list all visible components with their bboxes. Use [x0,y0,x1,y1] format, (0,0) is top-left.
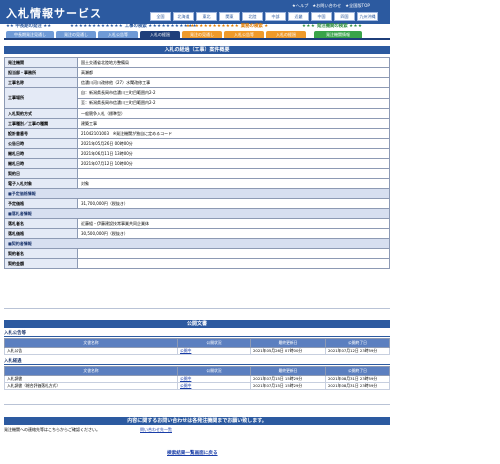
table-section-row: ■落札者情報 [4,208,390,219]
document-status-link[interactable]: 公開中 [177,347,251,355]
help-link[interactable]: ★ヘルプ [292,3,308,9]
agency-search-label: 発注機関の検索 [316,24,348,29]
table-row: 担当部・事務所 高瀬都 [4,67,390,78]
group-underline [4,336,390,337]
table-row: 工事場所 自：新潟県長岡市信濃川三町目範囲内2-2 [4,87,390,109]
table-row: 契約金額 [4,258,390,269]
table-row: 入札調書（総合評価落札方式） 公開中 2021年07月15日 15時29分 20… [4,382,390,390]
region-kanto[interactable]: 関東 [219,12,240,21]
back-to-results-link[interactable]: 検索結果一覧画面に戻る [167,450,218,456]
construction-search-label: 工事の検索 [124,24,147,29]
service-search-section: ★★★★★★★★★★★★ 業務の検索 ★ [186,24,269,29]
region-tabs: 全国 北海道 東北 関東 北陸 中部 近畿 中国 四国 九州沖縄 [150,12,378,21]
divider [4,308,390,309]
region-chubu[interactable]: 中部 [265,12,286,21]
tab-service-notices[interactable]: 入札公告等 [224,31,264,38]
region-kinki[interactable]: 近畿 [288,12,309,21]
divider [4,404,390,405]
table-section-row: ■契約者情報 [4,238,390,249]
contact-link[interactable]: ★お問い合わせ [312,3,341,9]
detail-table: 発注機関 国土交通省北陸地方整備局 担当部・事務所 高瀬都 工事名称 信濃川河川改修他… [4,57,390,269]
documents-title: 公開文書 [4,320,390,328]
table-row: 工事種別／工事の種類 建築工事 [4,118,390,129]
table-row: 予定価格 31,700,000円（税抜き） [4,198,390,209]
table-row: 発注機関 国土交通省北陸地方整備局 [4,57,390,68]
tab-construction-outlook[interactable]: 発注の見通し [56,31,96,38]
table-row: 契約者名 [4,248,390,259]
table-row: 入札調書 公開中 2021年07月15日 15時29分 2021年08月31日 … [4,375,390,383]
region-kyushu[interactable]: 九州沖縄 [357,12,378,21]
long-term-section-label: ★★ 中長期の発注 ★★ [6,24,52,29]
table-header-row: 文書名称 公開状況 最終更新日 公開終了日 [4,338,390,348]
region-zenkoku[interactable]: 全国 [150,12,171,21]
design-number-note: ※発注機関が独自に定めるコード [112,130,173,136]
tab-underline [4,38,390,40]
table-row: 入札公告 公開中 2021年05月26日 07時00分 2021年07月12日 … [4,347,390,355]
contact-row: 発注機関への連絡先等はこちらからご確認ください。 問い合わせ先一覧 [4,427,390,433]
contact-list-link[interactable]: 問い合わせ先一覧 [140,427,172,433]
tab-service-outlook[interactable]: 発注の見通し [182,31,222,38]
table-row: 契約日 [4,168,390,179]
results-documents-table: 文書名称 公開状況 最終更新日 公開終了日 入札調書 公開中 2021年07月1… [4,366,390,390]
notices-documents-table: 文書名称 公開状況 最終更新日 公開終了日 入札公告 公開中 2021年05月2… [4,338,390,355]
table-header-row: 文書名称 公開状況 最終更新日 公開終了日 [4,366,390,376]
table-row: 工事名称 信濃川河川改修他（27）水閘改修工事 [4,77,390,88]
tab-service-results[interactable]: 入札の経過 [266,31,306,38]
document-status-link[interactable]: 公開中 [177,375,251,383]
agency-search-section: ★★★ 発注機関の検索 ★★★ [302,24,363,29]
group-underline [4,364,390,365]
tab-agency-info[interactable]: 発注機関情報 [314,31,362,38]
site-logo[interactable]: 入札情報サービス [6,5,102,21]
nav-tabs: 中長期発注見通し 発注の見通し 入札公告等 入札の経過 発注の見通し 入札公告等… [6,31,362,38]
service-search-label: 業務の検索 [240,24,263,29]
header: 入札情報サービス ★ヘルプ ★お問い合わせ ★全国版TOP 全国 北海道 東北 … [0,0,500,46]
national-top-link[interactable]: ★全国版TOP [345,3,370,9]
table-section-row: ■予定価格情報 [4,188,390,199]
table-row: 落札価格 30,500,000円（税抜き） [4,228,390,239]
region-hokuriku[interactable]: 北陸 [242,12,263,21]
contact-title: 内容に関するお問い合わせは各発注機関までお願い致します。 [4,417,390,425]
region-chugoku[interactable]: 中国 [311,12,332,21]
document-status-link[interactable]: 公開中 [177,382,251,390]
region-shikoku[interactable]: 四国 [334,12,355,21]
table-row: 落札者名 近藤組・伊藤建設技常事業共同企業体 [4,218,390,229]
top-links: ★ヘルプ ★お問い合わせ ★全国版TOP [292,3,370,9]
table-row: 設計書番号 21042101003 ※発注機関が独自に定めるコード [4,128,390,139]
design-number: 21042101003 [81,130,109,136]
region-tohoku[interactable]: 東北 [196,12,217,21]
detail-title: 入札の経過（工事）案件概要 [4,46,390,54]
region-hokkaido[interactable]: 北海道 [173,12,194,21]
table-row: 開札日時 2021年06月11日 13時00分 [4,148,390,159]
tab-construction-notices[interactable]: 入札公告等 [98,31,138,38]
tab-long-term-outlook[interactable]: 中長期発注見通し [6,31,54,38]
table-row: 公告日時 2021年05月26日 00時00分 [4,138,390,149]
contact-text: 発注機関への連絡先等はこちらからご確認ください。 [4,427,100,432]
tab-construction-results[interactable]: 入札の経過 [140,31,180,38]
table-row: 電子入札対象 対象 [4,178,390,189]
table-row: 開札日時 2021年07月12日 10時00分 [4,158,390,169]
table-row: 入札契約方式 一般競争入札（標準型） [4,108,390,119]
construction-search-section: ★★★★★★★★★★★★ 工事の検索 ★★★★★★★★★★★ [70,24,198,29]
